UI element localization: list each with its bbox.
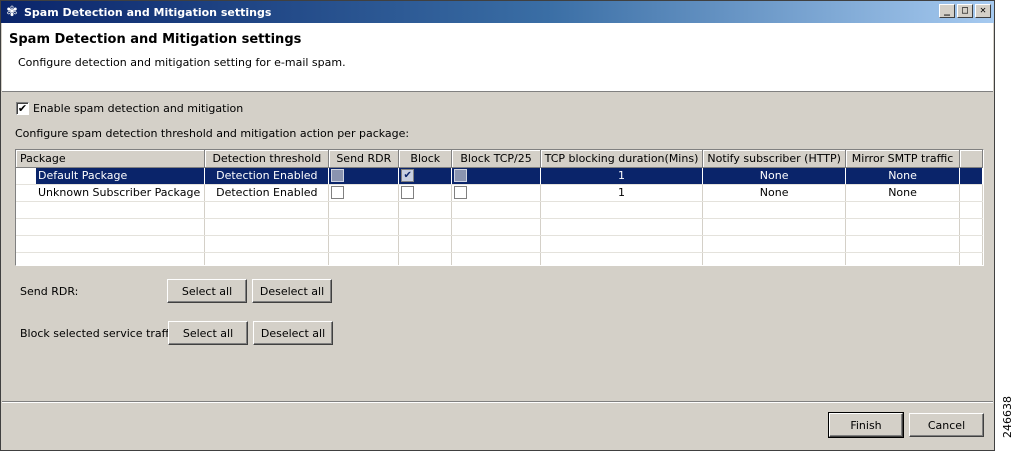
package-cell[interactable]: Default Package (16, 167, 206, 185)
column-header-send-rdr[interactable]: Send RDR (328, 150, 400, 168)
mirror-cell[interactable]: None (845, 184, 961, 202)
column-header-package[interactable]: Package (16, 150, 206, 168)
page-description: Configure detection and mitigation setti… (18, 56, 346, 69)
send-rdr-deselect-all-button[interactable]: Deselect all (252, 279, 332, 303)
column-header-block[interactable]: Block (398, 150, 453, 168)
column-header-detection-threshold[interactable]: Detection threshold (204, 150, 330, 168)
block-tcp25-checkbox[interactable] (454, 186, 468, 200)
block-traffic-label: Block selected service traffic: (20, 327, 183, 340)
block-traffic-deselect-all-button[interactable]: Deselect all (253, 321, 333, 345)
block-traffic-select-all-button[interactable]: Select all (168, 321, 248, 345)
empty-row (16, 235, 983, 253)
minimize-button[interactable]: _ (939, 4, 955, 18)
empty-row (16, 201, 983, 219)
send-rdr-cell[interactable] (328, 167, 400, 185)
figure-reference-number: 246638 (1001, 396, 1014, 438)
filler-cell (959, 167, 983, 185)
dialog-header: Spam Detection and Mitigation settings C… (2, 23, 993, 92)
send-rdr-checkbox[interactable] (331, 186, 345, 200)
block-tcp25-cell[interactable] (451, 167, 541, 185)
column-header-tcp-blocking-duration[interactable]: TCP blocking duration(Mins) (540, 150, 704, 168)
filler-cell (959, 184, 983, 202)
block-tcp25-checkbox[interactable] (454, 169, 468, 183)
duration-cell[interactable]: 1 (540, 184, 704, 202)
dialog-window: ✾ Spam Detection and Mitigation settings… (0, 0, 995, 451)
finish-button[interactable]: Finish (828, 412, 904, 438)
column-header-mirror-smtp[interactable]: Mirror SMTP traffic (845, 150, 961, 168)
footer-separator (2, 401, 993, 403)
notify-cell[interactable]: None (702, 184, 846, 202)
send-rdr-select-all-button[interactable]: Select all (167, 279, 247, 303)
empty-row (16, 218, 983, 236)
threshold-cell[interactable]: Detection Enabled (204, 184, 330, 202)
column-header-block-tcp25[interactable]: Block TCP/25 (451, 150, 541, 168)
page-title: Spam Detection and Mitigation settings (9, 32, 302, 47)
enable-spam-detection-label[interactable]: Enable spam detection and mitigation (33, 102, 243, 115)
empty-row (16, 252, 983, 265)
enable-spam-detection-row[interactable]: ✔ Enable spam detection and mitigation (16, 102, 243, 115)
package-cell[interactable]: Unknown Subscriber Package (16, 184, 206, 202)
mirror-cell[interactable]: None (845, 167, 961, 185)
table-row[interactable]: Default Package Detection Enabled ✔ 1 No… (16, 167, 983, 185)
block-checkbox[interactable] (401, 186, 415, 200)
title-bar[interactable]: ✾ Spam Detection and Mitigation settings… (1, 1, 994, 23)
threshold-cell[interactable]: Detection Enabled (204, 167, 330, 185)
block-checkbox[interactable]: ✔ (401, 169, 415, 183)
column-header-filler (959, 150, 983, 168)
close-button[interactable]: ✕ (975, 4, 991, 18)
block-cell[interactable]: ✔ (398, 167, 453, 185)
column-header-notify-subscriber[interactable]: Notify subscriber (HTTP) (702, 150, 846, 168)
enable-spam-detection-checkbox[interactable]: ✔ (16, 102, 29, 115)
duration-cell[interactable]: 1 (540, 167, 704, 185)
send-rdr-cell[interactable] (328, 184, 400, 202)
block-cell[interactable] (398, 184, 453, 202)
window-title: Spam Detection and Mitigation settings (24, 5, 272, 19)
cancel-button[interactable]: Cancel (909, 413, 984, 437)
maximize-button[interactable]: □ (957, 4, 973, 18)
table-row[interactable]: Unknown Subscriber Package Detection Ena… (16, 184, 983, 202)
send-rdr-checkbox[interactable] (331, 169, 345, 183)
notify-cell[interactable]: None (702, 167, 846, 185)
block-tcp25-cell[interactable] (451, 184, 541, 202)
app-icon: ✾ (6, 4, 18, 20)
configure-instructions: Configure spam detection threshold and m… (15, 127, 410, 140)
package-settings-table: Package Detection threshold Send RDR Blo… (15, 149, 984, 266)
send-rdr-label: Send RDR: (20, 285, 79, 298)
